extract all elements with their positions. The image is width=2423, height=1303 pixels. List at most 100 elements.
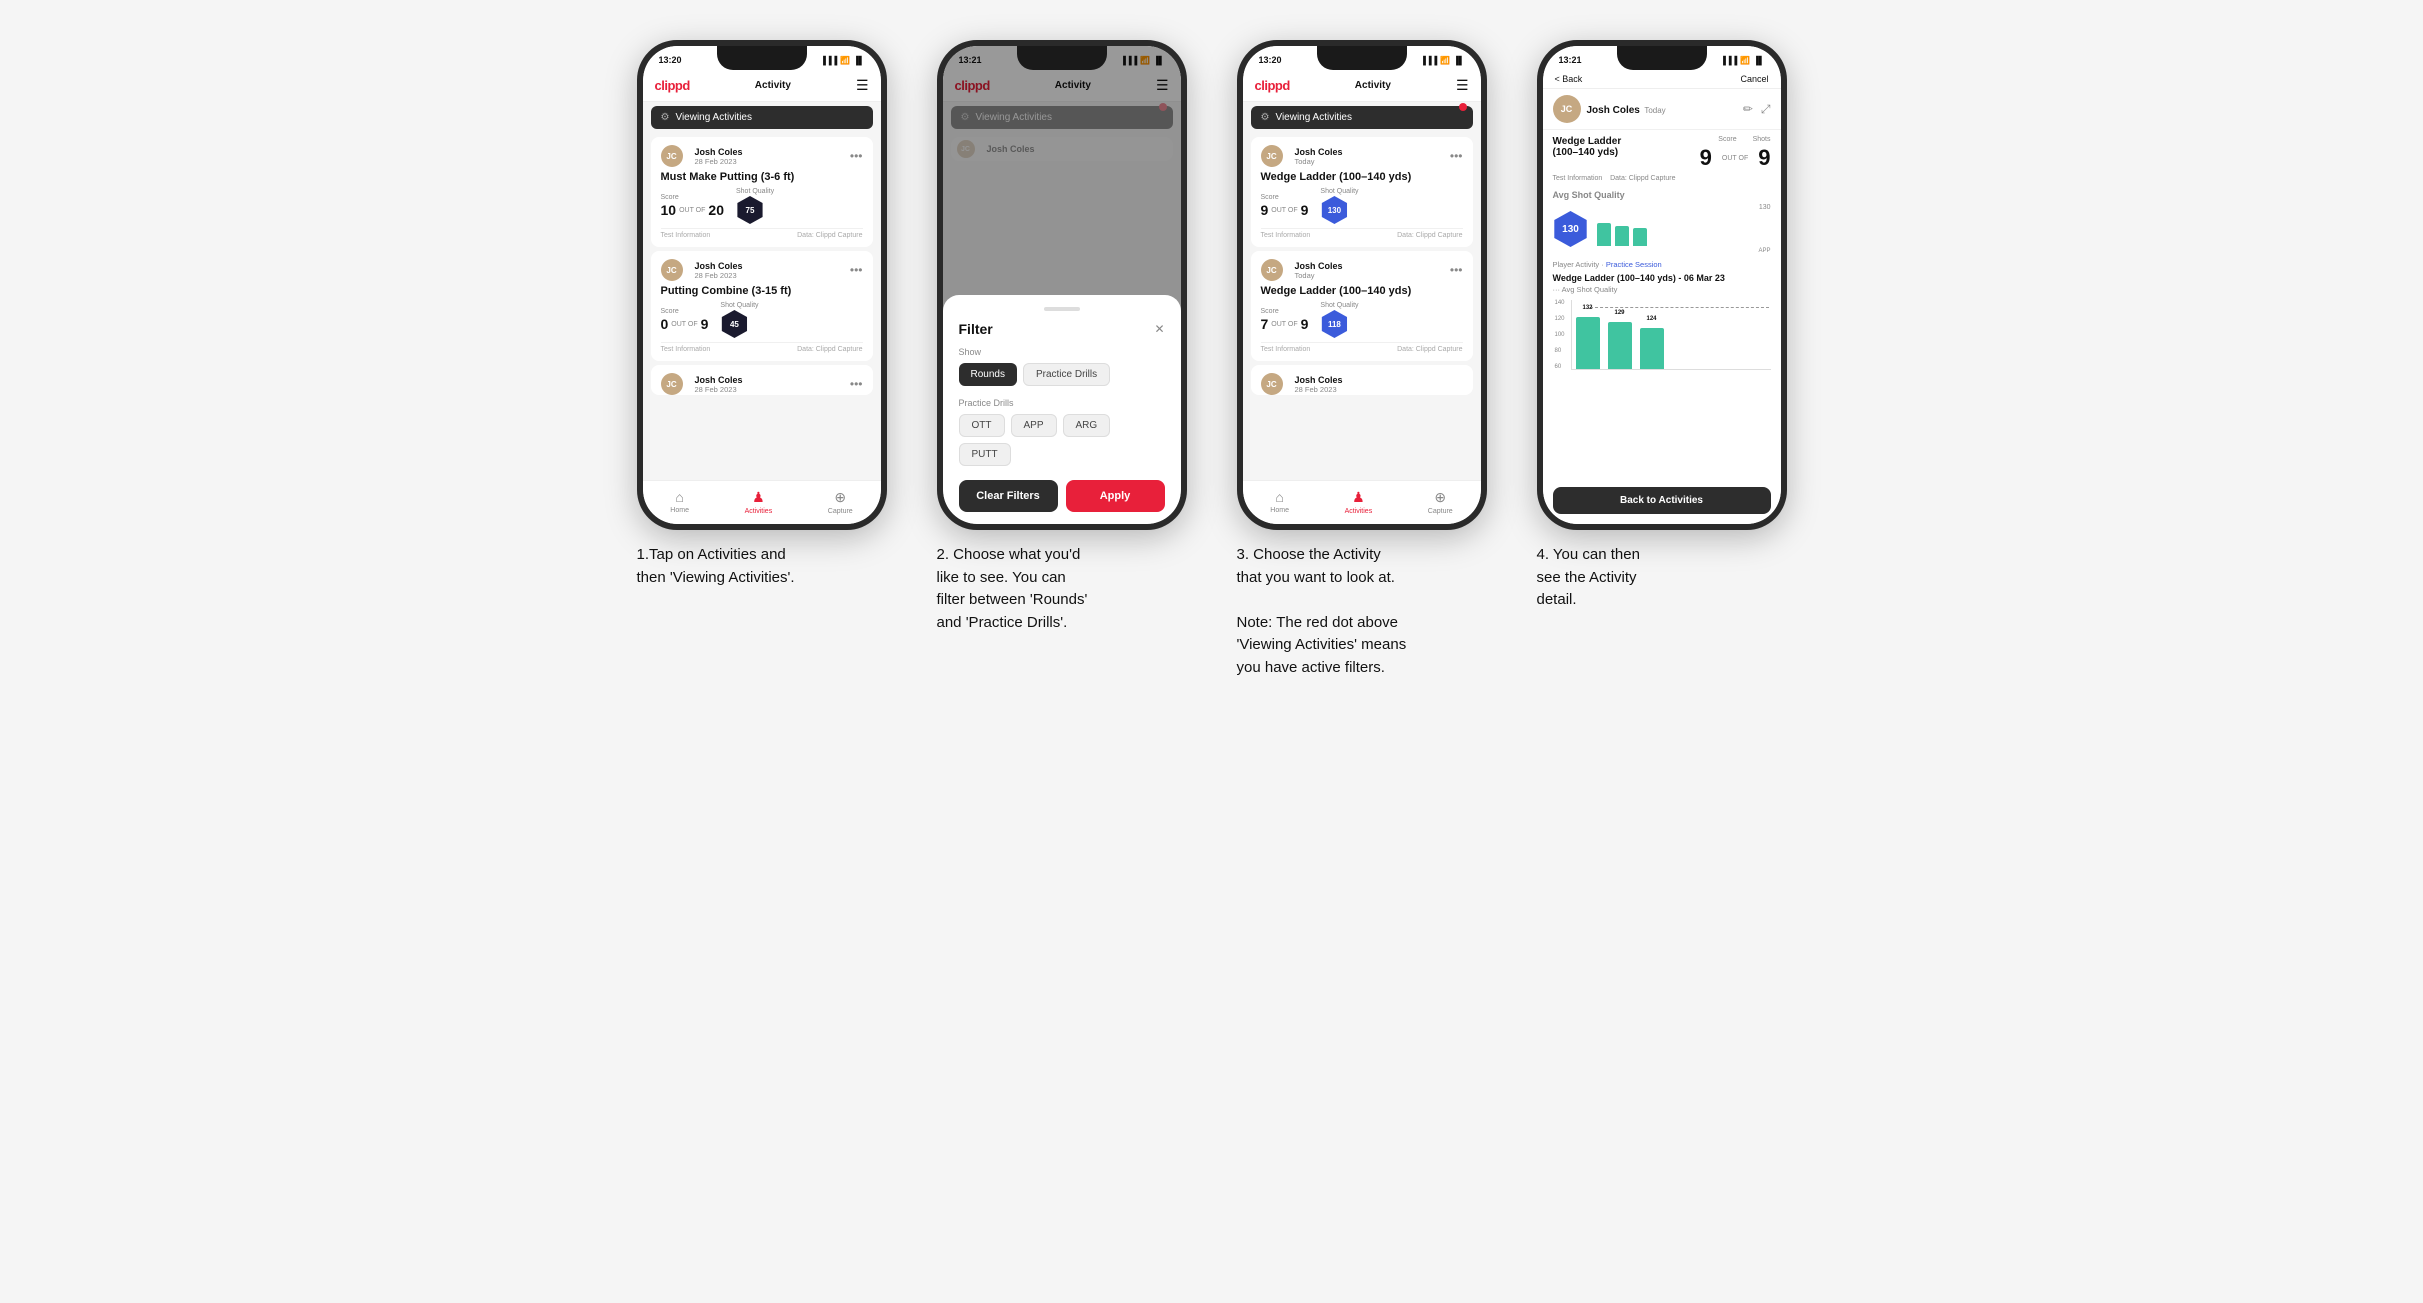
nav-title-1: Activity: [755, 80, 791, 91]
footer-left-1-2: Test Information: [661, 346, 711, 353]
dots-3-1[interactable]: •••: [1450, 149, 1463, 163]
bar-1-4: [1597, 223, 1611, 246]
big-chart-container-4: 140 120 100 80 60 132: [1553, 300, 1771, 370]
user-date-3-1: Today: [1295, 157, 1343, 166]
pill-app[interactable]: APP: [1011, 414, 1057, 437]
activity-card-3-2[interactable]: JC Josh Coles Today ••• Wedge Ladder (10…: [1251, 251, 1473, 361]
back-to-activities-btn-4[interactable]: Back to Activities: [1553, 487, 1771, 514]
y-140: 140: [1555, 300, 1565, 306]
quality-group-3-2: Shot Quality 118: [1320, 302, 1358, 338]
pill-rounds[interactable]: Rounds: [959, 363, 1017, 386]
card-header-3-2: JC Josh Coles Today •••: [1261, 259, 1463, 281]
quality-group-3-1: Shot Quality 130: [1320, 188, 1358, 224]
dots-1-1[interactable]: •••: [850, 149, 863, 163]
user-name-1-3: Josh Coles: [695, 375, 743, 385]
score-num-1-1: 10: [661, 202, 677, 218]
card-header-1-1: JC Josh Coles 28 Feb 2023 •••: [661, 145, 863, 167]
bottom-nav-1: ⌂ Home ♟ Activities ⊕ Capture: [643, 480, 881, 524]
user-date-3-2: Today: [1295, 271, 1343, 280]
avatar-1-1: JC: [661, 145, 683, 167]
dots-3-2[interactable]: •••: [1450, 263, 1463, 277]
activity-card-3-1[interactable]: JC Josh Coles Today ••• Wedge Ladder (10…: [1251, 137, 1473, 247]
clear-filters-button[interactable]: Clear Filters: [959, 480, 1058, 512]
nav-activities-1[interactable]: ♟ Activities: [745, 489, 773, 515]
user-date-1-3: 28 Feb 2023: [695, 385, 743, 394]
apply-button[interactable]: Apply: [1066, 480, 1165, 512]
expand-icon-4[interactable]: ⤢: [1761, 102, 1771, 117]
pill-arg[interactable]: ARG: [1063, 414, 1111, 437]
activity-card-1-2[interactable]: JC Josh Coles 28 Feb 2023 ••• Putting Co…: [651, 251, 873, 361]
shots-num-3-1: 9: [1301, 202, 1309, 218]
nav-capture-1[interactable]: ⊕ Capture: [828, 489, 853, 515]
user-date-3-3: 28 Feb 2023: [1295, 385, 1343, 394]
y-labels-4: 140 120 100 80 60: [1555, 300, 1565, 370]
wifi-icon-3: 📶: [1440, 56, 1450, 65]
card-stats-1-2: Score 0 OUT OF 9 Shot Quality 45: [661, 302, 863, 338]
activity-banner-1[interactable]: ⚙ Viewing Activities: [651, 106, 873, 129]
capture-label-3: Capture: [1428, 508, 1453, 515]
user-row-3-1: JC Josh Coles Today: [1261, 145, 1343, 167]
score-num-1-2: 0: [661, 316, 669, 332]
dots-1-2[interactable]: •••: [850, 263, 863, 277]
activity-card-1-1[interactable]: JC Josh Coles 28 Feb 2023 ••• Must Make …: [651, 137, 873, 247]
out-of-1-2: OUT OF: [671, 321, 697, 328]
bar-chart-3-4: 124: [1640, 328, 1664, 369]
nav-home-3[interactable]: ⌂ Home: [1270, 489, 1289, 514]
show-label: Show: [959, 347, 1165, 357]
nav-home-1[interactable]: ⌂ Home: [670, 489, 689, 514]
out-of-1-1: OUT OF: [679, 207, 705, 214]
status-bar-1: 13:20 ▐▐▐ 📶 ▐▌: [643, 46, 881, 70]
shots-num-1-2: 9: [701, 316, 709, 332]
edit-icon-4[interactable]: ✏: [1743, 102, 1753, 117]
activity-banner-3[interactable]: ⚙ Viewing Activities: [1251, 106, 1473, 129]
bottom-section-4: Back to Activities: [1543, 481, 1781, 524]
menu-icon-1[interactable]: ☰: [856, 77, 869, 94]
cancel-button-4[interactable]: Cancel: [1740, 74, 1768, 84]
pill-ott[interactable]: OTT: [959, 414, 1005, 437]
quality-badge-1-1: 75: [736, 196, 764, 224]
quality-label-3-2: Shot Quality: [1320, 302, 1358, 309]
home-label-3: Home: [1270, 507, 1289, 514]
filter-title: Filter: [959, 321, 993, 337]
big-shots-4: 9: [1758, 145, 1770, 171]
menu-icon-3[interactable]: ☰: [1456, 77, 1469, 94]
back-button-4[interactable]: < Back: [1555, 74, 1583, 84]
show-pills: Rounds Practice Drills: [959, 363, 1165, 386]
avg-shot-title-4: Avg Shot Quality: [1553, 190, 1771, 200]
nav-activities-3[interactable]: ♟ Activities: [1345, 489, 1373, 515]
bar-2-4: [1615, 226, 1629, 246]
avg-shot-row-4: 130 130 APP: [1553, 204, 1771, 254]
player-activity-4: Player Activity · Practice Session: [1553, 260, 1771, 269]
shots-num-1-1: 20: [708, 202, 724, 218]
drill-name-4: Wedge Ladder(100–140 yds): [1553, 136, 1622, 158]
bar-val-1-4: 132: [1582, 305, 1592, 311]
bottom-nav-3: ⌂ Home ♟ Activities ⊕ Capture: [1243, 480, 1481, 524]
detail-user-name-4: Josh Coles: [1587, 105, 1640, 116]
score-label-1-1: Score: [661, 194, 724, 201]
user-name-3-1: Josh Coles: [1295, 147, 1343, 157]
pill-practice-drills[interactable]: Practice Drills: [1023, 363, 1110, 386]
pill-putt[interactable]: PUTT: [959, 443, 1011, 466]
phone-4: 13:21 ▐▐▐ 📶 ▐▌ < Back Cancel JC: [1537, 40, 1787, 530]
close-icon-filter[interactable]: ✕: [1154, 322, 1164, 336]
drill-chart-subtitle-4: ··· Avg Shot Quality: [1553, 285, 1771, 294]
activity-card-3-3[interactable]: JC Josh Coles 28 Feb 2023: [1251, 365, 1473, 395]
shots-col-label-4: Shots: [1753, 136, 1771, 143]
dashed-line-4: [1590, 307, 1769, 308]
score-label-3-1: Score: [1261, 194, 1309, 201]
score-group-1-1: Score 10 OUT OF 20: [661, 194, 724, 218]
wifi-icon-4: 📶: [1740, 56, 1750, 65]
practice-session-link-4[interactable]: Practice Session: [1606, 260, 1662, 269]
nav-capture-3[interactable]: ⊕ Capture: [1428, 489, 1453, 515]
activities-icon-3: ♟: [1352, 489, 1365, 506]
score-group-1-2: Score 0 OUT OF 9: [661, 308, 709, 332]
dots-1-3[interactable]: •••: [850, 377, 863, 391]
signal-icon-4: ▐▐▐: [1720, 56, 1737, 65]
capture-label-1: Capture: [828, 508, 853, 515]
nav-bar-3: clippd Activity ☰: [1243, 70, 1481, 102]
card-stats-3-2: Score 7 OUT OF 9 Shot Quality 118: [1261, 302, 1463, 338]
activity-card-1-3[interactable]: JC Josh Coles 28 Feb 2023 •••: [651, 365, 873, 395]
detail-header-4: JC Josh Coles Today ✏ ⤢: [1543, 89, 1781, 130]
detail-nav-4: < Back Cancel: [1543, 70, 1781, 89]
caption-2: 2. Choose what you'dlike to see. You can…: [937, 544, 1187, 634]
